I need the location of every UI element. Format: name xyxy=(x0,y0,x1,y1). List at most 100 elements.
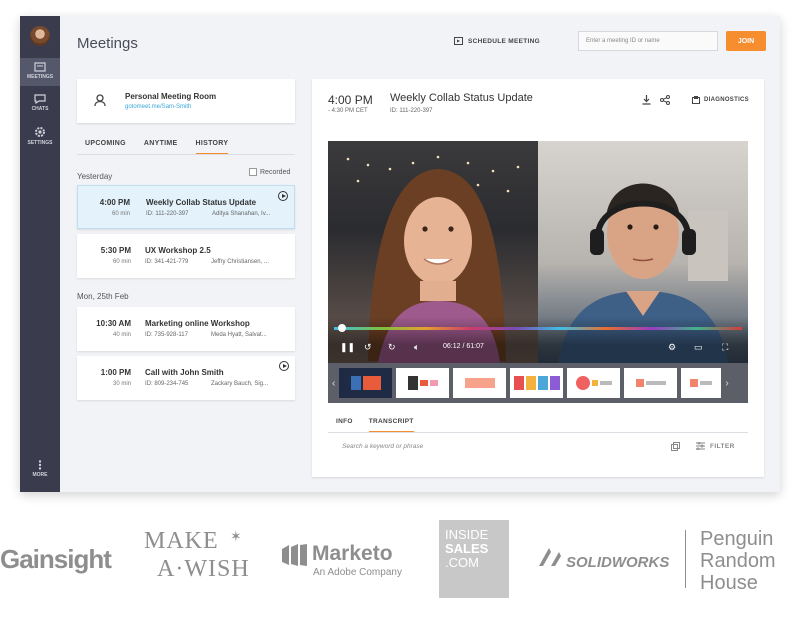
tab-transcript[interactable]: TRANSCRIPT xyxy=(368,418,414,433)
sidebar-item-settings[interactable]: SETTINGS xyxy=(20,126,60,146)
tab-history[interactable]: HISTORY xyxy=(195,140,229,155)
penguin-random-house-logo: Penguin Random House xyxy=(700,528,776,594)
filter-icon xyxy=(696,442,705,450)
meeting-attendees: Aditya Shanahan, Iv... xyxy=(212,211,271,217)
diagnostics-button[interactable]: DIAGNOSTICS xyxy=(692,96,749,104)
video-controls: ❚❚ ↺ ↻ 🔈︎ 06:12 / 61:07 ⚙ ▭ ⛶ xyxy=(328,317,748,363)
theater-mode-icon[interactable]: ▭ xyxy=(694,342,703,353)
sidebar-item-label: MEETINGS xyxy=(26,74,54,80)
gear-icon xyxy=(35,127,45,137)
meeting-list-item[interactable]: 4:00 PM 60 min Weekly Collab Status Upda… xyxy=(77,185,295,229)
forward-icon[interactable]: ↻ xyxy=(388,342,396,353)
meeting-duration: 30 min xyxy=(112,381,131,387)
marketo-mark-icon xyxy=(282,544,307,566)
divider xyxy=(77,154,295,155)
room-link[interactable]: gotomeet.me/Sam-Smith xyxy=(125,104,191,110)
star-icon: ✶ xyxy=(230,528,242,544)
day-heading: Mon, 25th Feb xyxy=(77,292,129,301)
pause-icon[interactable]: ❚❚ xyxy=(340,342,355,353)
recorded-label: Recorded xyxy=(260,168,291,176)
chat-icon xyxy=(34,94,46,104)
insidesales-line: .COM xyxy=(445,555,479,570)
meeting-time: 4:00 PM xyxy=(99,198,130,207)
slide-thumbnail[interactable] xyxy=(396,368,450,398)
meeting-title: Marketing online Workshop xyxy=(145,319,250,328)
avatar[interactable] xyxy=(30,26,50,46)
sidebar-item-more[interactable]: MORE xyxy=(20,460,60,478)
recorded-checkbox[interactable] xyxy=(249,168,257,176)
fullscreen-icon[interactable]: ⛶ xyxy=(722,342,728,353)
day-heading: Yesterday xyxy=(77,172,113,181)
tab-anytime[interactable]: ANYTIME xyxy=(144,140,178,155)
detail-id: ID: 111-220-397 xyxy=(390,108,433,114)
tab-info[interactable]: INFO xyxy=(336,418,353,433)
diagnostics-label: DIAGNOSTICS xyxy=(704,97,749,103)
recorded-filter[interactable]: Recorded xyxy=(249,168,290,176)
meeting-id: ID: 809-234-745 xyxy=(145,381,189,387)
strip-next-icon[interactable]: › xyxy=(725,378,728,389)
meeting-list-item[interactable]: 10:30 AM 40 min Marketing online Worksho… xyxy=(77,307,295,351)
detail-actions xyxy=(642,95,670,105)
recording-play-icon[interactable] xyxy=(279,361,289,371)
strip-prev-icon[interactable]: ‹ xyxy=(332,378,335,389)
personal-room-card[interactable]: Personal Meeting Room gotomeet.me/Sam-Sm… xyxy=(77,79,295,123)
share-icon[interactable] xyxy=(660,95,670,105)
meeting-time: 5:30 PM xyxy=(100,246,131,255)
insidesales-line: INSIDE xyxy=(445,527,489,542)
diagnostics-icon xyxy=(692,96,700,104)
settings-icon[interactable]: ⚙ xyxy=(668,342,676,353)
marketo-logo: Marketo xyxy=(312,542,393,565)
insidesales-logo: INSIDE SALES .COM xyxy=(439,520,509,598)
marketo-subtitle: An Adobe Company xyxy=(313,567,402,578)
insidesales-line: SALES xyxy=(445,541,489,556)
meeting-id: ID: 111-220-397 xyxy=(146,211,189,217)
penguin-line: Penguin xyxy=(700,528,774,550)
filter-button[interactable]: FILTER xyxy=(696,442,735,450)
more-icon xyxy=(38,460,42,470)
penguin-line: House xyxy=(700,572,758,594)
slide-thumbnail[interactable] xyxy=(339,368,393,398)
detail-tabs: INFO TRANSCRIPT xyxy=(336,418,414,433)
meeting-time: 1:00 PM xyxy=(100,368,131,377)
meeting-list-item[interactable]: 5:30 PM 60 min UX Workshop 2.5 ID: 341-4… xyxy=(77,234,295,278)
rewind-icon[interactable]: ↺ xyxy=(364,342,372,353)
join-button[interactable]: JOIN xyxy=(726,31,766,51)
sidebar-item-meetings[interactable]: MEETINGS xyxy=(20,58,60,86)
meeting-time: 10:30 AM xyxy=(96,319,131,328)
slide-thumbnail[interactable] xyxy=(624,368,678,398)
copy-icon[interactable] xyxy=(671,442,680,451)
meeting-detail-panel: 4:00 PM - 4:30 PM CET Weekly Collab Stat… xyxy=(312,79,764,477)
slide-thumbnail[interactable] xyxy=(510,368,564,398)
tab-upcoming[interactable]: UPCOMING xyxy=(85,140,126,155)
detail-title: Weekly Collab Status Update xyxy=(390,92,533,104)
meeting-tabs: UPCOMING ANYTIME HISTORY xyxy=(85,140,229,155)
meeting-duration: 60 min xyxy=(111,211,130,217)
video-progress-bar[interactable] xyxy=(334,327,742,330)
meeting-attendees: Zackary Bauch, Sig... xyxy=(211,381,269,387)
meeting-list-item[interactable]: 1:00 PM 30 min Call with John Smith ID: … xyxy=(77,356,295,400)
sidebar-item-label: SETTINGS xyxy=(27,140,53,146)
sidebar-item-label: MORE xyxy=(32,472,48,478)
room-title: Personal Meeting Room xyxy=(125,92,217,101)
video-progress-knob[interactable] xyxy=(338,324,347,332)
slide-thumbnail[interactable] xyxy=(567,368,621,398)
solidworks-logo: SOLIDWORKS xyxy=(566,554,670,571)
slide-thumbnail[interactable] xyxy=(681,368,722,398)
slide-thumbnail[interactable] xyxy=(453,368,507,398)
volume-icon[interactable]: 🔈︎ xyxy=(414,342,419,353)
sidebar-item-label: CHATS xyxy=(31,106,49,112)
sidebar-item-chats[interactable]: CHATS xyxy=(20,94,60,112)
video-player[interactable]: ❚❚ ↺ ↻ 🔈︎ 06:12 / 61:07 ⚙ ▭ ⛶ xyxy=(328,141,748,363)
detail-time: 4:00 PM xyxy=(328,93,373,107)
meeting-duration: 40 min xyxy=(112,332,131,338)
schedule-meeting-button[interactable]: SCHEDULE MEETING xyxy=(454,37,540,45)
makeawish-logo-line2: A·WISH xyxy=(157,556,250,582)
download-icon[interactable] xyxy=(642,95,651,105)
schedule-meeting-label: SCHEDULE MEETING xyxy=(468,37,540,45)
transcript-search-input[interactable]: Search a keyword or phrase xyxy=(342,443,423,450)
meeting-id-input[interactable]: Enter a meeting ID or name xyxy=(578,31,718,51)
meeting-duration: 60 min xyxy=(112,259,131,265)
solidworks-mark-icon xyxy=(539,548,561,566)
recording-play-icon[interactable] xyxy=(278,191,288,201)
detail-time-range: - 4:30 PM CET xyxy=(328,108,368,114)
